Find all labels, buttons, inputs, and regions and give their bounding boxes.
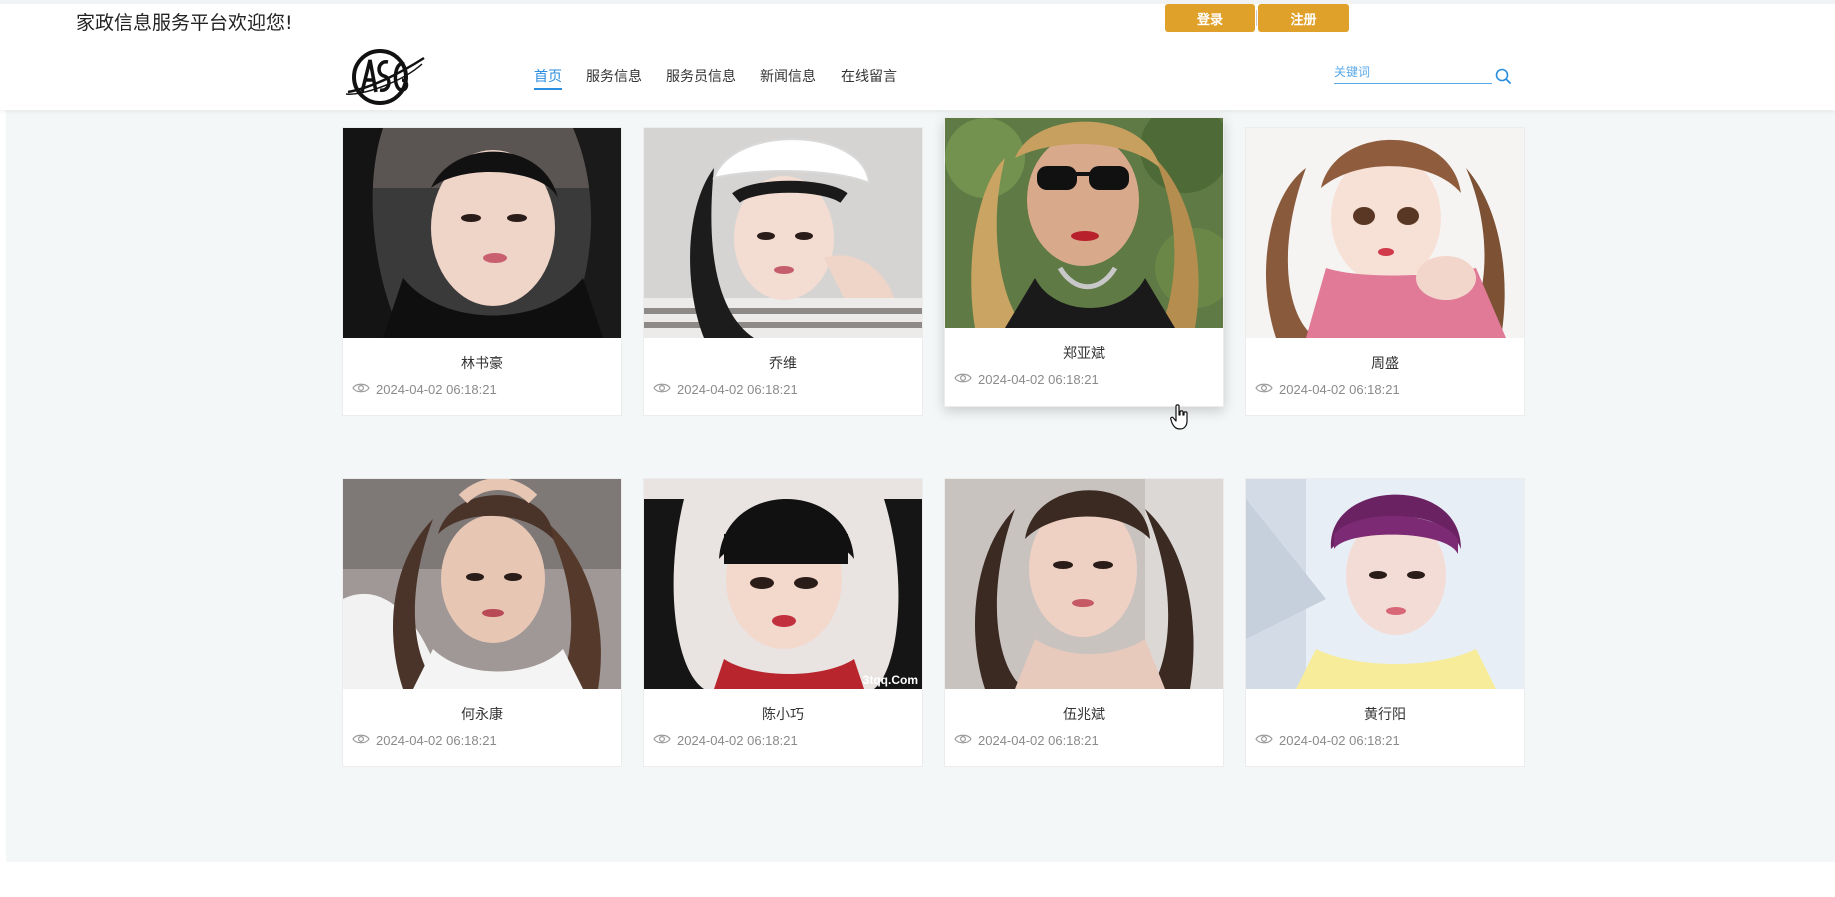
staff-photo: 3tqq.Com — [644, 479, 922, 689]
top-bar: 家政信息服务平台欢迎您! 登录 注册 — [0, 0, 1835, 40]
eye-icon — [653, 734, 671, 744]
welcome-text: 家政信息服务平台欢迎您! — [76, 12, 293, 34]
staff-card[interactable]: 伍兆斌 2024-04-02 06:18:21 — [944, 478, 1224, 767]
staff-photo — [343, 128, 621, 338]
nav-home[interactable]: 首页 — [534, 66, 562, 86]
staff-card[interactable]: 何永康 2024-04-02 06:18:21 — [342, 478, 622, 767]
nav-active-indicator — [534, 88, 562, 90]
eye-icon — [954, 734, 972, 744]
eye-icon — [352, 734, 370, 744]
staff-card[interactable]: 黄行阳 2024-04-02 06:18:21 — [1245, 478, 1525, 767]
search-icon[interactable] — [1494, 67, 1512, 85]
eye-icon — [954, 373, 972, 383]
eye-icon — [1255, 734, 1273, 744]
search-input[interactable] — [1334, 60, 1492, 84]
eye-icon — [653, 383, 671, 393]
nav-service-info[interactable]: 服务信息 — [586, 66, 642, 86]
staff-name: 乔维 — [769, 356, 797, 372]
staff-photo — [1246, 479, 1524, 689]
post-date: 2024-04-02 06:18:21 — [376, 733, 497, 748]
staff-photo — [945, 118, 1223, 328]
staff-name: 陈小巧 — [762, 707, 804, 723]
post-date: 2024-04-02 06:18:21 — [677, 382, 798, 397]
staff-card[interactable]: 乔维 2024-04-02 06:18:21 — [643, 127, 923, 416]
eye-icon — [352, 383, 370, 393]
staff-photo — [945, 479, 1223, 689]
post-date: 2024-04-02 06:18:21 — [1279, 382, 1400, 397]
staff-name: 何永康 — [461, 707, 503, 723]
staff-name: 周盛 — [1371, 356, 1399, 372]
post-date: 2024-04-02 06:18:21 — [978, 372, 1099, 387]
button-divider — [1256, 10, 1257, 26]
staff-card[interactable]: 郑亚斌 2024-04-02 06:18:21 — [944, 117, 1224, 407]
post-date: 2024-04-02 06:18:21 — [1279, 733, 1400, 748]
staff-name: 黄行阳 — [1364, 707, 1406, 723]
staff-name: 林书豪 — [461, 356, 503, 372]
staff-photo — [343, 479, 621, 689]
post-date: 2024-04-02 06:18:21 — [376, 382, 497, 397]
hand-cursor-icon — [1170, 404, 1188, 430]
photo-watermark: 3tqq.Com — [862, 673, 918, 687]
register-button[interactable]: 注册 — [1258, 4, 1349, 32]
eye-icon — [1255, 383, 1273, 393]
staff-photo — [1246, 128, 1524, 338]
staff-card[interactable]: 3tqq.Com 陈小巧 2024-04-02 06:18:21 — [643, 478, 923, 767]
nav-news-info[interactable]: 新闻信息 — [760, 66, 816, 86]
top-edge — [0, 0, 1835, 4]
staff-photo — [644, 128, 922, 338]
nav-online-message[interactable]: 在线留言 — [841, 66, 897, 86]
login-button[interactable]: 登录 — [1165, 4, 1255, 32]
nav-staff-info[interactable]: 服务员信息 — [666, 66, 736, 86]
staff-name: 郑亚斌 — [1063, 346, 1105, 362]
staff-name: 伍兆斌 — [1063, 707, 1105, 723]
post-date: 2024-04-02 06:18:21 — [978, 733, 1099, 748]
staff-card[interactable]: 林书豪 2024-04-02 06:18:21 — [342, 127, 622, 416]
staff-card[interactable]: 周盛 2024-04-02 06:18:21 — [1245, 127, 1525, 416]
nav-bar: 首页 服务信息 服务员信息 新闻信息 在线留言 — [0, 40, 1835, 110]
post-date: 2024-04-02 06:18:21 — [677, 733, 798, 748]
site-logo[interactable] — [342, 48, 426, 106]
